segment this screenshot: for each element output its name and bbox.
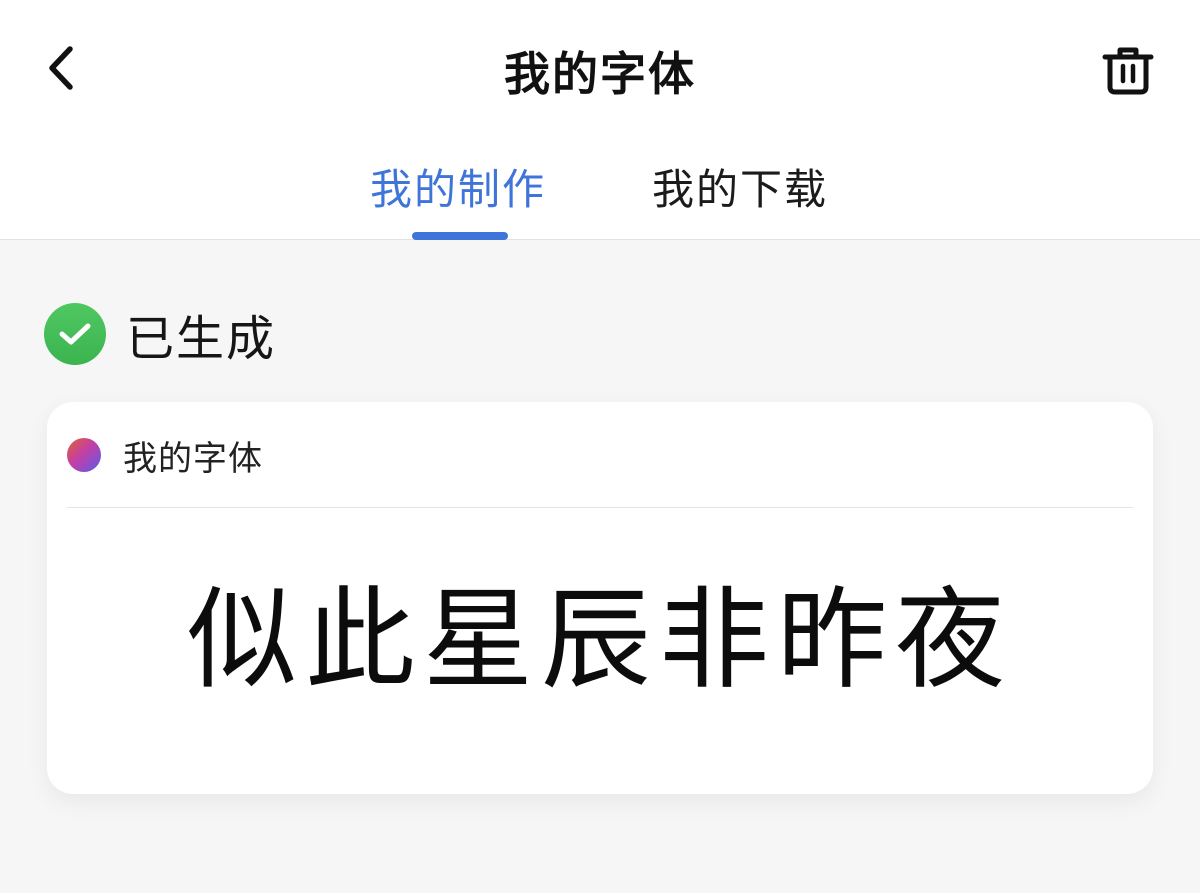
status-row: 已生成 (44, 302, 277, 367)
active-tab-indicator (412, 232, 508, 240)
status-label: 已生成 (126, 311, 277, 367)
trash-icon (1102, 47, 1154, 95)
top-bar: 我的字体 我的制作 我的下载 (0, 0, 1200, 240)
delete-button[interactable] (1096, 38, 1160, 102)
page-title: 我的字体 (504, 47, 696, 101)
check-circle-icon (44, 303, 106, 365)
font-card-header: 我的字体 (67, 428, 263, 482)
chevron-left-icon (49, 46, 73, 90)
tab-my-creations[interactable]: 我的制作 (370, 160, 546, 220)
back-button[interactable] (30, 36, 90, 100)
divider (67, 507, 1133, 508)
tab-my-downloads[interactable]: 我的下载 (652, 160, 828, 220)
font-card[interactable]: 我的字体 似此星辰非昨夜 (47, 402, 1153, 794)
font-color-dot-icon (67, 438, 101, 472)
font-preview-text: 似此星辰非昨夜 (187, 576, 1013, 704)
font-name: 我的字体 (123, 438, 263, 479)
